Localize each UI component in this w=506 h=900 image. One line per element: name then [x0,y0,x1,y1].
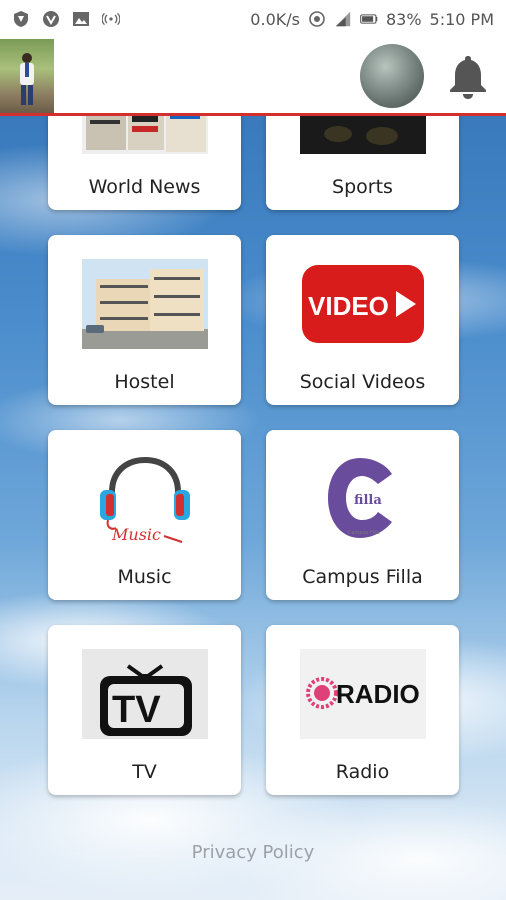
image-icon [72,10,90,28]
person-figure [20,52,34,105]
tile-label: Hostel [114,371,175,393]
tile-tv[interactable]: TV TV [48,625,241,795]
battery-level: 83% [385,9,422,29]
tile-label: Music [117,566,172,588]
network-speed: 0.0K/s [250,9,300,29]
tile-social-videos[interactable]: VIDEO Social Videos [266,235,459,405]
tile-label: Campus Filla [302,566,423,588]
campus-filla-logo: filla Campus Filla [300,454,426,544]
tile-label: Social Videos [299,371,426,393]
tile-radio[interactable]: RADIO Radio [266,625,459,795]
category-grid: World News Sports Hostel VIDEO Social Vi… [0,116,506,816]
tv-icon-text: TV [112,689,161,731]
privacy-policy-link[interactable]: Privacy Policy [0,842,506,863]
hotspot-icon [102,10,120,28]
video-play-icon: VIDEO [300,259,426,349]
status-system-info: 0.0K/s 83% 5:10 PM [250,10,494,29]
radio-logo: RADIO [299,649,426,739]
tile-label: Radio [335,761,390,783]
tile-sports[interactable]: Sports [266,116,459,210]
tile-label: World News [88,176,201,198]
battery-icon [360,10,378,28]
profile-photo[interactable] [0,38,54,113]
tile-music[interactable]: Music Music [48,430,241,600]
tv-icon: TV [81,649,208,739]
filla-icon-text: filla [354,493,382,508]
clock: 5:10 PM [429,9,494,29]
newspaper-image [81,116,208,154]
radio-icon-text: RADIO [336,679,420,709]
signal-icon [334,10,352,28]
bell-icon[interactable] [444,52,492,100]
hostel-building-image [81,259,208,349]
tile-label: Sports [332,176,393,198]
music-icon-text: Music [111,525,161,544]
sports-image [299,116,426,154]
vpn-icon [42,10,60,28]
app-header [0,38,506,116]
status-notification-icons [12,10,120,28]
avatar[interactable] [360,43,424,108]
tile-label: TV [132,761,157,783]
wifi-calling-icon [308,10,326,28]
tile-world-news[interactable]: World News [48,116,241,210]
shield-icon [12,10,30,28]
status-bar: 0.0K/s 83% 5:10 PM [0,0,506,38]
video-icon-text: VIDEO [308,291,389,321]
filla-icon-subtext: Campus Filla [348,530,380,536]
tile-hostel[interactable]: Hostel [48,235,241,405]
tile-campus-filla[interactable]: filla Campus Filla Campus Filla [266,430,459,600]
headphones-icon: Music [82,454,208,544]
